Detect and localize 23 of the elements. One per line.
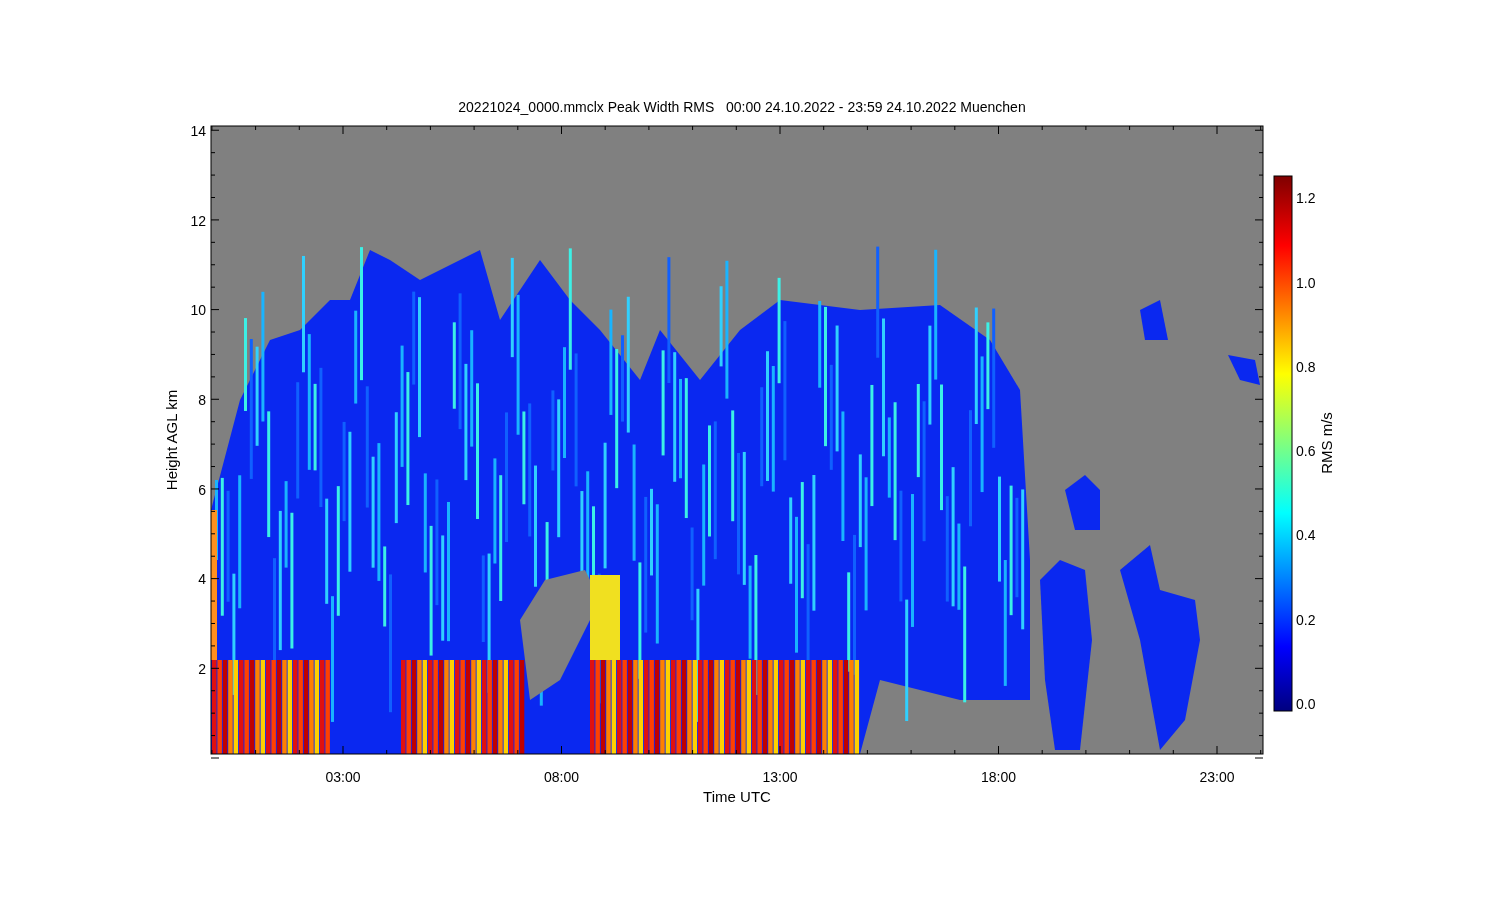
y-tick-label: 4 bbox=[198, 571, 206, 588]
x-tick-label: 03:00 bbox=[325, 769, 361, 785]
y-axis-label: Height AGL km bbox=[163, 389, 180, 491]
colorbar-tick-label: 0.0 bbox=[1296, 696, 1316, 712]
x-tick-label: 23:00 bbox=[1199, 769, 1235, 785]
y-tick-label: 8 bbox=[198, 391, 206, 408]
colorbar-tick-label: 1.0 bbox=[1296, 274, 1316, 291]
chart-title: 20221024_0000.mmclx Peak Width RMS 00:00 24.10.2022 - 23:59 24.10.2022 Muenchen bbox=[458, 99, 1026, 115]
colorbar-tick-label: 0.4 bbox=[1296, 527, 1316, 544]
y-tick-label: 10 bbox=[190, 302, 206, 319]
y-tick-label: 12 bbox=[190, 212, 206, 229]
y-tick-label: 6 bbox=[198, 481, 206, 498]
x-tick-label: 08:00 bbox=[544, 769, 579, 785]
x-tick-label: 18:00 bbox=[981, 769, 1016, 785]
y-tick-label: 14 bbox=[190, 122, 206, 139]
y-tick-label: 2 bbox=[198, 661, 206, 677]
colorbar-label: RMS m/s bbox=[1318, 412, 1335, 474]
colorbar-tick-label: 0.2 bbox=[1296, 611, 1316, 628]
colorbar-tick-label: 0.8 bbox=[1296, 358, 1316, 375]
x-tick-label: 13:00 bbox=[762, 769, 798, 785]
colorbar-tick-label: 1.2 bbox=[1296, 190, 1316, 207]
x-axis-label: Time UTC bbox=[703, 788, 771, 805]
colorbar-tick-label: 0.6 bbox=[1296, 443, 1316, 460]
